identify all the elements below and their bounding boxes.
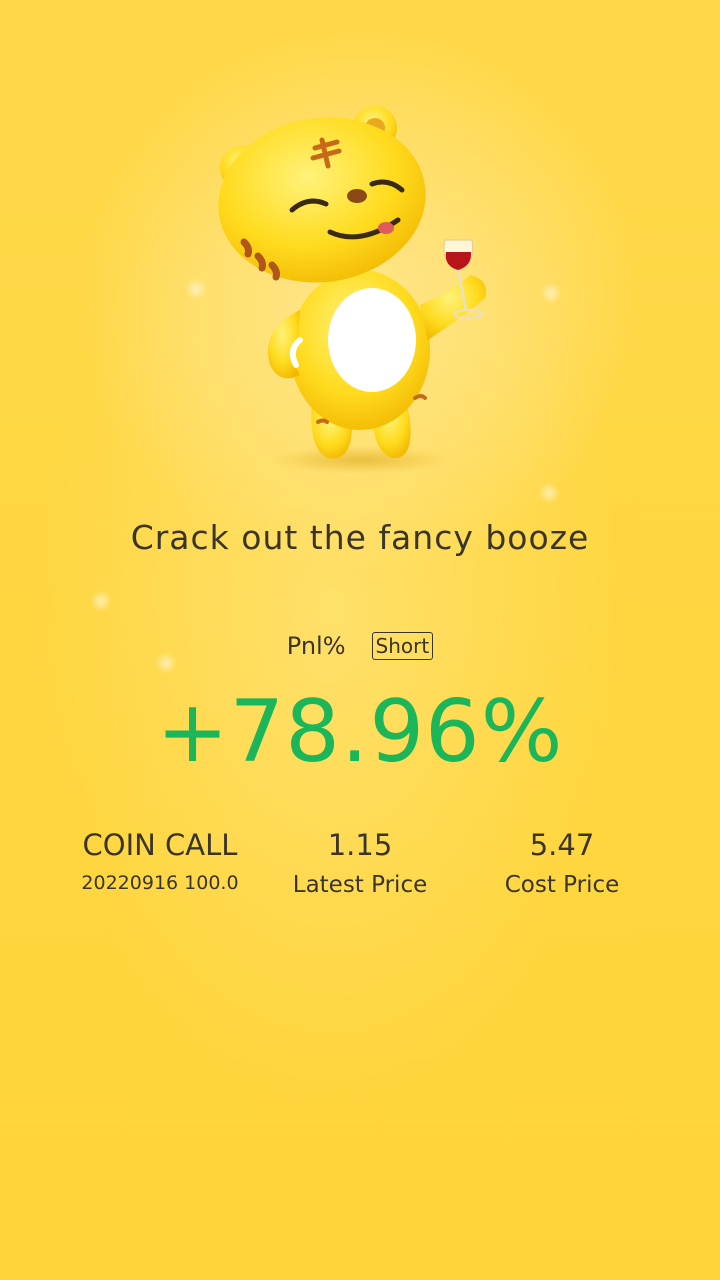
stat-latest-price: 1.15 Latest Price bbox=[270, 828, 450, 898]
sparkle bbox=[90, 590, 112, 612]
stat-cost-price: 5.47 Cost Price bbox=[472, 828, 652, 898]
direction-badge: Short bbox=[371, 632, 434, 660]
pnl-header: Pnl% Short bbox=[0, 632, 720, 660]
tiger-mascot-icon bbox=[218, 106, 486, 474]
sparkle bbox=[540, 282, 562, 304]
latest-price-value: 1.15 bbox=[327, 828, 393, 862]
tagline: Crack out the fancy booze bbox=[130, 518, 590, 557]
cost-price-value: 5.47 bbox=[529, 828, 595, 862]
contract-detail: 20220916 100.0 bbox=[81, 872, 239, 894]
latest-price-label: Latest Price bbox=[292, 872, 428, 898]
pnl-label: Pnl% bbox=[286, 632, 346, 660]
contract-name: COIN CALL bbox=[82, 828, 238, 862]
pnl-value: +78.96% bbox=[156, 682, 564, 782]
sparkle bbox=[538, 482, 560, 504]
stat-contract: COIN CALL 20220916 100.0 bbox=[70, 828, 250, 894]
cost-price-label: Cost Price bbox=[504, 872, 620, 898]
